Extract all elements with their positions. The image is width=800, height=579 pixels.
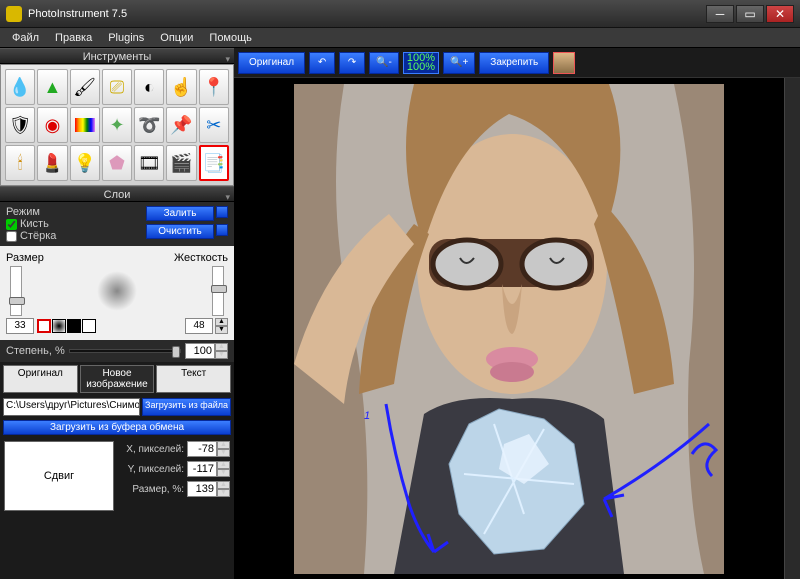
fill-option-button[interactable] [216, 206, 228, 218]
hardness-slider[interactable] [212, 266, 224, 316]
swatch-soft[interactable] [52, 319, 66, 333]
tool-tape-icon[interactable]: 🎞 [134, 145, 164, 181]
tool-grid: 💧 ▲ 🖌 ⎚ ◐ ☝ 📍 🛡 ◉ ✦ ➰ 📌 ✂ 🕯 💄 💡 ⬟ 🎞 🎬 📑 [0, 64, 234, 186]
clear-option-button[interactable] [216, 224, 228, 236]
tab-text[interactable]: Текст [156, 365, 231, 393]
tool-scissors-icon[interactable]: ✂ [199, 107, 229, 143]
hardness-label: Жесткость [174, 252, 228, 264]
y-spinner[interactable]: ▲▼ [217, 461, 230, 477]
tools-panel-header: Инструменты ▾ [0, 48, 234, 64]
vertical-scrollbar[interactable] [784, 78, 800, 579]
menu-plugins[interactable]: Plugins [100, 30, 152, 46]
undo-button[interactable]: ↶ [309, 52, 335, 74]
tool-eraser-icon[interactable]: ⬟ [102, 145, 132, 181]
menu-options[interactable]: Опции [152, 30, 201, 46]
svg-text:1: 1 [364, 410, 370, 422]
photo-image: 1 [294, 84, 724, 574]
degree-row: Степень, % ▲▼ [0, 340, 234, 362]
shift-box[interactable]: Сдвиг [4, 441, 114, 511]
degree-label: Степень, % [6, 345, 65, 357]
y-label: Y, пикселей: [128, 464, 184, 475]
tool-candle-icon[interactable]: 🕯 [5, 145, 35, 181]
brush-preview-icon [97, 271, 137, 311]
clear-button[interactable]: Очистить [146, 224, 214, 239]
tool-sharpen-icon[interactable]: ▲ [37, 69, 67, 105]
menu-file[interactable]: Файл [4, 30, 47, 46]
tool-smudge-icon[interactable]: 💧 [5, 69, 35, 105]
tab-new-image[interactable]: Новое изображение [80, 365, 155, 393]
zoom-percent: 100%100% [403, 52, 439, 74]
tool-lasso-icon[interactable]: ➰ [134, 107, 164, 143]
size-param-label: Размер, %: [132, 484, 184, 495]
tool-pin-icon[interactable]: 📍 [199, 69, 229, 105]
redo-button[interactable]: ↷ [339, 52, 365, 74]
main-area: Оригинал ↶ ↷ 🔍- 100%100% 🔍+ Закрепить [234, 48, 800, 579]
zoom-in-button[interactable]: 🔍+ [443, 52, 475, 74]
brush-mode-checkbox[interactable]: Кисть [6, 218, 142, 230]
x-value[interactable] [187, 441, 217, 457]
size-slider[interactable] [10, 266, 22, 316]
size-label: Размер [6, 252, 44, 264]
size-spinner[interactable]: ▲▼ [217, 481, 230, 497]
source-tabs: Оригинал Новое изображение Текст [0, 362, 234, 396]
sidebar: Инструменты ▾ 💧 ▲ 🖌 ⎚ ◐ ☝ 📍 🛡 ◉ ✦ ➰ 📌 ✂ … [0, 48, 234, 579]
minimize-button[interactable]: ─ [706, 5, 734, 23]
menu-edit[interactable]: Правка [47, 30, 100, 46]
tool-wand-icon[interactable]: ✦ [102, 107, 132, 143]
tool-stamp-icon[interactable]: ⎚ [102, 69, 132, 105]
tool-pin2-icon[interactable]: 📌 [166, 107, 196, 143]
window-title: PhotoInstrument 7.5 [28, 8, 706, 20]
y-value[interactable] [187, 461, 217, 477]
original-button[interactable]: Оригинал [238, 52, 305, 74]
tool-shield-icon[interactable]: 🛡 [5, 107, 35, 143]
tab-original[interactable]: Оригинал [3, 365, 78, 393]
menu-bar: Файл Правка Plugins Опции Помощь [0, 28, 800, 48]
swatch-extra[interactable] [82, 319, 96, 333]
load-clipboard-button[interactable]: Загрузить из буфера обмена [3, 420, 231, 435]
fill-button[interactable]: Залить [146, 206, 214, 221]
main-toolbar: Оригинал ↶ ↷ 🔍- 100%100% 🔍+ Закрепить [234, 48, 800, 78]
brush-panel: Размер Жесткость 33 [0, 246, 234, 340]
tool-bulb-icon[interactable]: 💡 [70, 145, 100, 181]
close-button[interactable]: ✕ [766, 5, 794, 23]
eraser-mode-checkbox[interactable]: Стёрка [6, 230, 142, 242]
hardness-spinner[interactable]: ▲▼ [215, 318, 228, 334]
tool-gradient-icon[interactable] [70, 107, 100, 143]
tool-brush-icon[interactable]: 🖌 [70, 69, 100, 105]
layers-panel-header: Слои ▾ [0, 186, 234, 202]
degree-value[interactable] [185, 343, 215, 359]
tool-finger-icon[interactable]: ☝ [166, 69, 196, 105]
window-titlebar: PhotoInstrument 7.5 ─ ▭ ✕ [0, 0, 800, 28]
swatch-black[interactable] [67, 319, 81, 333]
swatch-white[interactable] [37, 319, 51, 333]
tool-layers-icon[interactable]: 📑 [199, 145, 229, 181]
zoom-out-button[interactable]: 🔍- [369, 52, 399, 74]
tool-redeye-icon[interactable]: ◉ [37, 107, 67, 143]
collapse-icon[interactable]: ▾ [225, 51, 230, 67]
maximize-button[interactable]: ▭ [736, 5, 764, 23]
degree-slider[interactable] [69, 349, 181, 353]
layers-panel: Режим Кисть Стёрка Залить Очистить [0, 202, 234, 246]
hardness-value[interactable]: 48 [185, 318, 213, 334]
image-thumbnail[interactable] [553, 52, 575, 74]
degree-spinner[interactable]: ▲▼ [215, 343, 228, 359]
load-file-button[interactable]: Загрузить из файла [142, 398, 231, 416]
params-panel: Сдвиг X, пикселей: ▲▼ Y, пикселей: ▲▼ Разм… [0, 437, 234, 515]
file-path-input[interactable]: C:\Users\друг\Pictures\Снимок [3, 398, 140, 416]
x-spinner[interactable]: ▲▼ [217, 441, 230, 457]
x-label: X, пикселей: [126, 444, 184, 455]
tool-lipstick-icon[interactable]: 💄 [37, 145, 67, 181]
collapse-icon[interactable]: ▾ [225, 189, 230, 205]
tool-dodge-icon[interactable]: ◐ [134, 69, 164, 105]
canvas[interactable]: 1 [234, 78, 784, 579]
size-value[interactable]: 33 [6, 318, 34, 334]
tool-film-icon[interactable]: 🎬 [166, 145, 196, 181]
size-param-value[interactable] [187, 481, 217, 497]
menu-help[interactable]: Помощь [201, 30, 260, 46]
app-icon [6, 6, 22, 22]
mode-label: Режим [6, 206, 142, 218]
pin-button[interactable]: Закрепить [479, 52, 549, 74]
